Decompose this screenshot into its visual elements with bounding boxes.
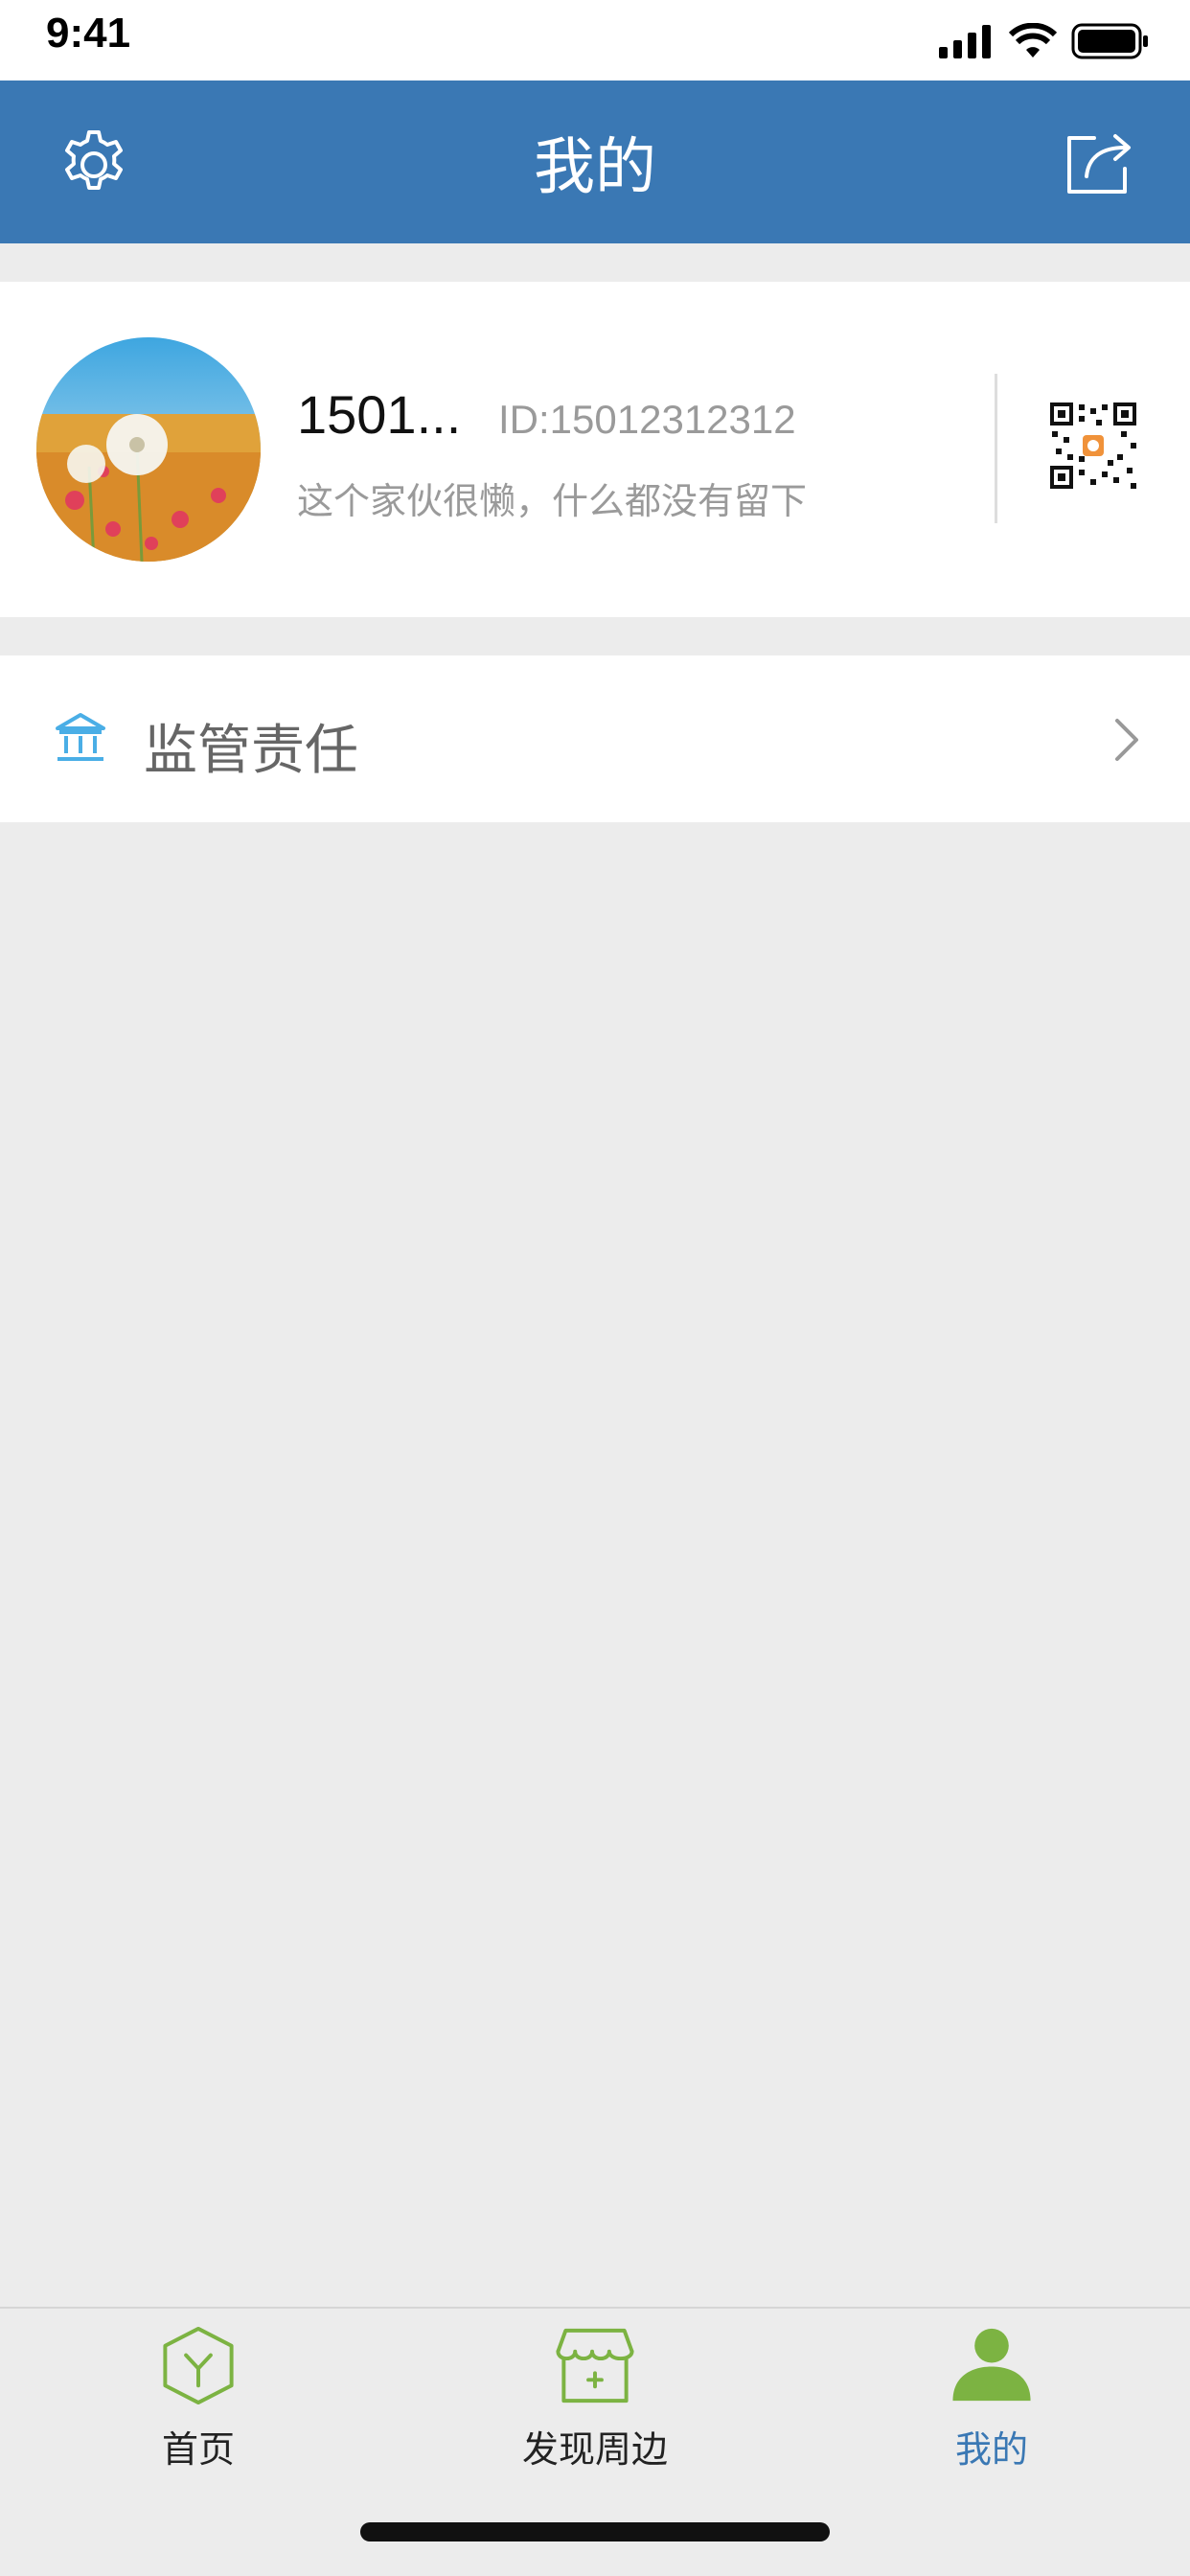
menu-item-label: 监管责任 (144, 720, 358, 782)
avatar[interactable] (36, 337, 261, 562)
tab-mine[interactable]: 我的 (793, 2319, 1190, 2472)
user-bio: 这个家伙很懒，什么都没有留下 (297, 480, 808, 522)
status-icons (937, 17, 1150, 65)
tab-home-label: 首页 (161, 2428, 235, 2471)
status-time: 9:41 (46, 10, 131, 57)
chevron-right-icon (1115, 719, 1138, 761)
tabbar-divider (0, 2307, 1190, 2309)
tab-discover-label: 发现周边 (521, 2428, 668, 2471)
user-id: ID:15012312312 (498, 397, 796, 442)
hexagon-icon (163, 2326, 234, 2405)
gear-icon[interactable] (56, 126, 132, 203)
qr-code-icon[interactable] (1050, 402, 1136, 489)
battery-icon (1071, 23, 1148, 59)
wifi-icon (1008, 23, 1058, 58)
share-icon[interactable] (1062, 125, 1138, 201)
signal-icon (939, 25, 991, 58)
username: 1501... (297, 384, 462, 445)
home-indicator (360, 2522, 830, 2542)
tab-discover[interactable]: 发现周边 (397, 2319, 793, 2472)
bank-icon (56, 713, 105, 761)
divider (995, 374, 997, 523)
tab-mine-label: 我的 (954, 2428, 1028, 2471)
page-title: 我的 (534, 132, 656, 203)
store-icon (556, 2328, 634, 2404)
user-icon (952, 2328, 1031, 2402)
tab-home[interactable]: 首页 (0, 2319, 397, 2472)
